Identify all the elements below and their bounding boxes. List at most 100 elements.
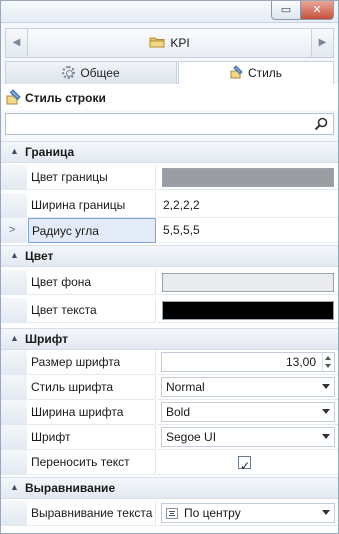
border-width-field[interactable]: 2,2,2,2 (158, 193, 338, 218)
category-color[interactable]: ▲ Цвет (1, 245, 338, 267)
border-color-swatch[interactable] (162, 168, 334, 187)
chevron-up-icon[interactable]: ▲ (10, 482, 19, 492)
next-button[interactable]: ▶ (311, 29, 333, 57)
background-color-label: Цвет фона (28, 270, 156, 295)
search-icon[interactable] (314, 117, 328, 131)
font-size-stepper[interactable]: 13,00 (161, 352, 335, 372)
window-icon: ▭ (280, 4, 292, 16)
row-wrap-text[interactable]: Переносить текст ✓ (1, 450, 338, 475)
text-alignment-label: Выравнивание текста (28, 501, 156, 526)
spin-up-icon[interactable] (325, 356, 331, 360)
font-size-value: 13,00 (285, 355, 316, 369)
style-panel-header: Стиль строки (1, 84, 338, 110)
chevron-down-icon[interactable] (322, 409, 330, 414)
border-width-label: Ширина границы (28, 193, 156, 218)
title-bar: ▭ ✕ (1, 1, 338, 23)
font-style-label: Стиль шрифта (28, 375, 156, 400)
chevron-up-icon[interactable]: ▲ (10, 333, 19, 343)
style-icon (230, 65, 243, 79)
wrap-text-checkbox[interactable]: ✓ (238, 456, 251, 473)
row-gutter: > (1, 218, 27, 243)
tab-general-label: Общее (80, 66, 120, 80)
header-title-area: KPI (28, 29, 311, 57)
row-border-color[interactable]: Цвет границы (1, 165, 338, 190)
wrap-text-label: Переносить текст (28, 450, 156, 475)
text-color-value[interactable] (158, 298, 338, 323)
tab-style[interactable]: Стиль (178, 61, 334, 85)
property-grid: ▲ Граница Цвет границы Ширина границы 2,… (1, 141, 338, 533)
row-gutter (1, 298, 27, 323)
row-font-style[interactable]: Стиль шрифта Normal (1, 375, 338, 400)
border-color-value[interactable] (158, 165, 338, 190)
font-style-cell[interactable]: Normal (158, 375, 338, 400)
gear-icon (62, 66, 76, 79)
category-border-label: Граница (25, 145, 75, 159)
font-family-dropdown[interactable]: Segoe UI (161, 427, 335, 447)
wrap-text-cell[interactable]: ✓ (158, 450, 338, 475)
row-background-color[interactable]: Цвет фона (1, 270, 338, 295)
header-title: KPI (170, 36, 190, 50)
close-button[interactable]: ✕ (300, 1, 334, 20)
row-font-weight[interactable]: Ширина шрифта Bold (1, 400, 338, 425)
category-alignment-label: Выравнивание (25, 481, 116, 495)
row-text-alignment[interactable]: Выравнивание текста По центру (1, 501, 338, 526)
font-weight-cell[interactable]: Bold (158, 400, 338, 425)
row-font-size[interactable]: Размер шрифта 13,00 (1, 350, 338, 375)
row-font-family[interactable]: Шрифт Segoe UI (1, 425, 338, 450)
row-gutter (1, 450, 27, 475)
font-size-cell[interactable]: 13,00 (158, 350, 338, 375)
corner-radius-field[interactable]: 5,5,5,5 (158, 218, 338, 243)
align-center-icon (166, 508, 178, 519)
row-gutter (1, 425, 27, 450)
paint-icon (6, 89, 21, 105)
chevron-down-icon[interactable] (322, 434, 330, 439)
style-properties-window: ▭ ✕ ◀ KPI ▶ Общее Стиль Стиль строки ▲ Г… (0, 0, 339, 534)
navigation-header: ◀ KPI ▶ (5, 28, 334, 58)
chevron-down-icon[interactable] (322, 510, 330, 515)
chevron-up-icon[interactable]: ▲ (10, 250, 19, 260)
spin-buttons[interactable] (322, 353, 334, 371)
row-gutter (1, 350, 27, 375)
minimize-button[interactable]: ▭ (271, 1, 301, 20)
font-size-label: Размер шрифта (28, 350, 156, 375)
category-alignment[interactable]: ▲ Выравнивание (1, 477, 338, 499)
font-family-label: Шрифт (28, 425, 156, 450)
search-input[interactable] (5, 113, 334, 135)
chevron-left-icon: ◀ (12, 37, 21, 48)
checkmark-icon: ✓ (240, 459, 251, 473)
font-style-value: Normal (166, 380, 205, 394)
row-gutter (1, 193, 27, 218)
background-color-value[interactable] (158, 270, 338, 295)
row-gutter (1, 375, 27, 400)
text-alignment-cell[interactable]: По центру (158, 501, 338, 526)
border-color-label: Цвет границы (28, 165, 156, 190)
row-gutter (1, 270, 27, 295)
row-corner-radius[interactable]: > Радиус угла 5,5,5,5 (1, 218, 338, 243)
spin-down-icon[interactable] (325, 364, 331, 368)
category-font[interactable]: ▲ Шрифт (1, 328, 338, 350)
chevron-up-icon[interactable]: ▲ (10, 146, 19, 156)
text-color-swatch[interactable] (162, 301, 334, 320)
previous-button[interactable]: ◀ (6, 29, 28, 57)
folder-icon (149, 30, 165, 48)
font-weight-value: Bold (166, 405, 191, 419)
row-gutter (1, 165, 27, 190)
background-color-swatch[interactable] (162, 273, 334, 292)
category-border[interactable]: ▲ Граница (1, 141, 338, 163)
border-width-value: 2,2,2,2 (163, 198, 200, 212)
font-family-cell[interactable]: Segoe UI (158, 425, 338, 450)
tab-strip: Общее Стиль (5, 61, 334, 85)
row-gutter (1, 501, 27, 526)
corner-radius-value: 5,5,5,5 (163, 223, 200, 237)
corner-radius-label: Радиус угла (28, 218, 156, 243)
chevron-right-icon: ▶ (318, 37, 327, 48)
font-weight-dropdown[interactable]: Bold (161, 402, 335, 422)
row-gutter (1, 400, 27, 425)
tab-general[interactable]: Общее (5, 61, 177, 84)
text-alignment-dropdown[interactable]: По центру (161, 503, 335, 523)
font-style-dropdown[interactable]: Normal (161, 377, 335, 397)
chevron-down-icon[interactable] (322, 384, 330, 389)
row-text-color[interactable]: Цвет текста (1, 298, 338, 323)
row-border-width[interactable]: Ширина границы 2,2,2,2 (1, 193, 338, 218)
text-alignment-value: По центру (184, 506, 241, 520)
